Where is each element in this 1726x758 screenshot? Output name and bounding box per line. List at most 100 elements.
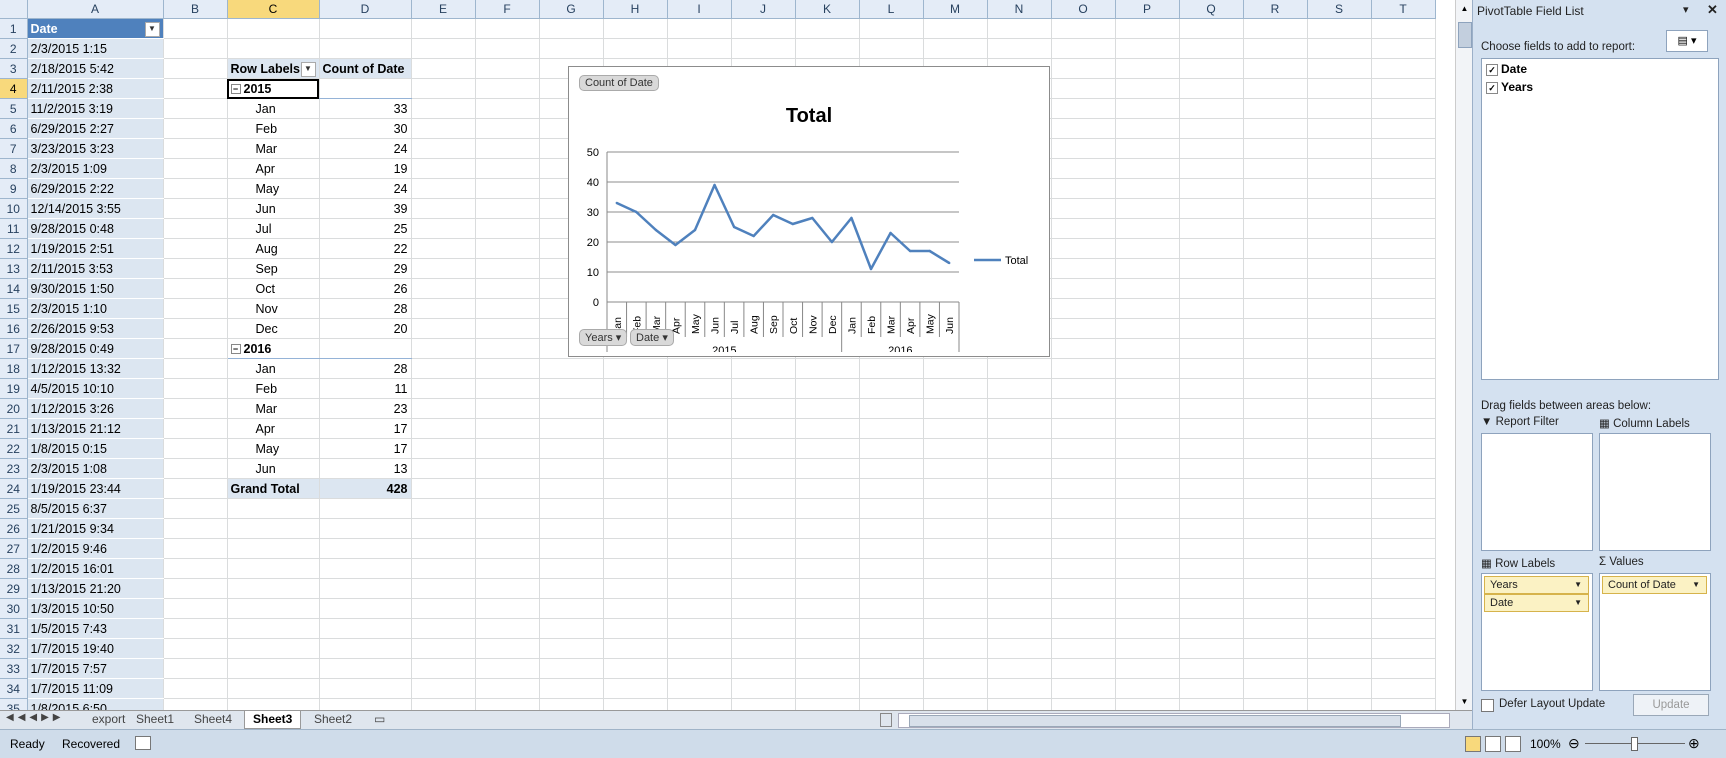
cell[interactable] — [1115, 498, 1180, 519]
cell[interactable] — [1243, 418, 1308, 439]
cell[interactable] — [667, 38, 732, 59]
cell[interactable] — [1115, 58, 1180, 79]
cell[interactable] — [859, 678, 924, 699]
row-header[interactable]: 13 — [0, 258, 28, 279]
cell[interactable] — [1307, 638, 1372, 659]
cell[interactable] — [227, 558, 320, 579]
cell[interactable] — [319, 558, 412, 579]
cell[interactable] — [1115, 158, 1180, 179]
row-header[interactable]: 6 — [0, 118, 28, 139]
cell[interactable] — [1115, 538, 1180, 559]
cell[interactable] — [795, 598, 860, 619]
cell[interactable] — [411, 678, 476, 699]
cell[interactable] — [1051, 698, 1116, 710]
cell[interactable] — [667, 498, 732, 519]
column-header[interactable]: T — [1371, 0, 1436, 19]
column-header[interactable]: H — [603, 0, 668, 19]
cell[interactable] — [411, 378, 476, 399]
cell[interactable] — [1051, 498, 1116, 519]
cell[interactable] — [411, 298, 476, 319]
cell[interactable] — [1179, 118, 1244, 139]
tab-nav-icons[interactable]: ◀◀◀▶▶ — [6, 712, 64, 723]
cell[interactable] — [411, 478, 476, 499]
cell[interactable] — [667, 438, 732, 459]
cell[interactable] — [923, 438, 988, 459]
cell[interactable] — [1371, 598, 1436, 619]
cell[interactable] — [1243, 378, 1308, 399]
cell[interactable] — [319, 698, 412, 710]
cell[interactable] — [1371, 278, 1436, 299]
cell[interactable] — [1243, 158, 1308, 179]
cell[interactable] — [731, 518, 796, 539]
row-header[interactable]: 19 — [0, 378, 28, 399]
cell[interactable] — [163, 498, 228, 519]
cell[interactable] — [731, 438, 796, 459]
column-header[interactable]: J — [731, 0, 796, 19]
cell[interactable] — [1371, 238, 1436, 259]
cell[interactable] — [1371, 358, 1436, 379]
field-years[interactable]: ✓ Years — [1486, 80, 1533, 94]
cell[interactable] — [475, 198, 540, 219]
cell[interactable] — [1371, 618, 1436, 639]
cell[interactable] — [667, 418, 732, 439]
cell[interactable] — [667, 538, 732, 559]
report-filter-area[interactable] — [1481, 433, 1593, 551]
row-header[interactable]: 8 — [0, 158, 28, 179]
cell[interactable] — [1307, 58, 1372, 79]
column-header[interactable]: P — [1115, 0, 1180, 19]
cell[interactable] — [923, 458, 988, 479]
cell[interactable] — [1051, 598, 1116, 619]
cell[interactable] — [1243, 238, 1308, 259]
cell[interactable] — [1179, 98, 1244, 119]
cell[interactable] — [795, 618, 860, 639]
cell[interactable] — [163, 458, 228, 479]
cell[interactable] — [795, 358, 860, 379]
cell[interactable] — [1307, 538, 1372, 559]
cell[interactable] — [475, 518, 540, 539]
cell[interactable] — [163, 318, 228, 339]
date-cell[interactable]: 1/2/2015 16:01 — [27, 558, 164, 579]
cell[interactable] — [859, 358, 924, 379]
cell[interactable] — [1179, 278, 1244, 299]
cell[interactable] — [475, 498, 540, 519]
date-cell[interactable]: 2/3/2015 1:15 — [27, 38, 164, 59]
cell[interactable] — [1179, 478, 1244, 499]
cell[interactable] — [1115, 138, 1180, 159]
row-header[interactable]: 5 — [0, 98, 28, 119]
cell[interactable] — [1051, 578, 1116, 599]
cell[interactable] — [411, 578, 476, 599]
cell[interactable] — [1371, 398, 1436, 419]
cell[interactable] — [667, 458, 732, 479]
cell[interactable] — [923, 358, 988, 379]
cell[interactable] — [1051, 238, 1116, 259]
cell[interactable] — [603, 598, 668, 619]
cell[interactable] — [987, 618, 1052, 639]
cell[interactable] — [987, 398, 1052, 419]
cell[interactable] — [1179, 438, 1244, 459]
cell[interactable] — [795, 438, 860, 459]
cell[interactable] — [539, 18, 604, 39]
scroll-down-icon[interactable]: ▼ — [1456, 693, 1473, 710]
date-cell[interactable]: 6/29/2015 2:22 — [27, 178, 164, 199]
cell[interactable] — [987, 578, 1052, 599]
cell[interactable] — [795, 638, 860, 659]
data-point[interactable] — [791, 222, 794, 226]
cell[interactable] — [1051, 298, 1116, 319]
row-header[interactable]: 2 — [0, 38, 28, 59]
chevron-down-icon[interactable]: ▼ — [1574, 595, 1582, 611]
cell[interactable] — [475, 98, 540, 119]
cell[interactable] — [859, 558, 924, 579]
cell[interactable] — [163, 698, 228, 710]
update-button[interactable]: Update — [1633, 694, 1709, 716]
cell[interactable] — [227, 658, 320, 679]
cell[interactable] — [227, 518, 320, 539]
column-header[interactable]: B — [163, 0, 228, 19]
date-cell[interactable]: 3/23/2015 3:23 — [27, 138, 164, 159]
data-point[interactable] — [772, 213, 775, 217]
cell[interactable] — [1051, 418, 1116, 439]
cell[interactable] — [731, 478, 796, 499]
data-point[interactable] — [928, 249, 931, 253]
cell[interactable] — [1051, 478, 1116, 499]
data-point[interactable] — [732, 225, 736, 229]
row-header[interactable]: 27 — [0, 538, 28, 559]
